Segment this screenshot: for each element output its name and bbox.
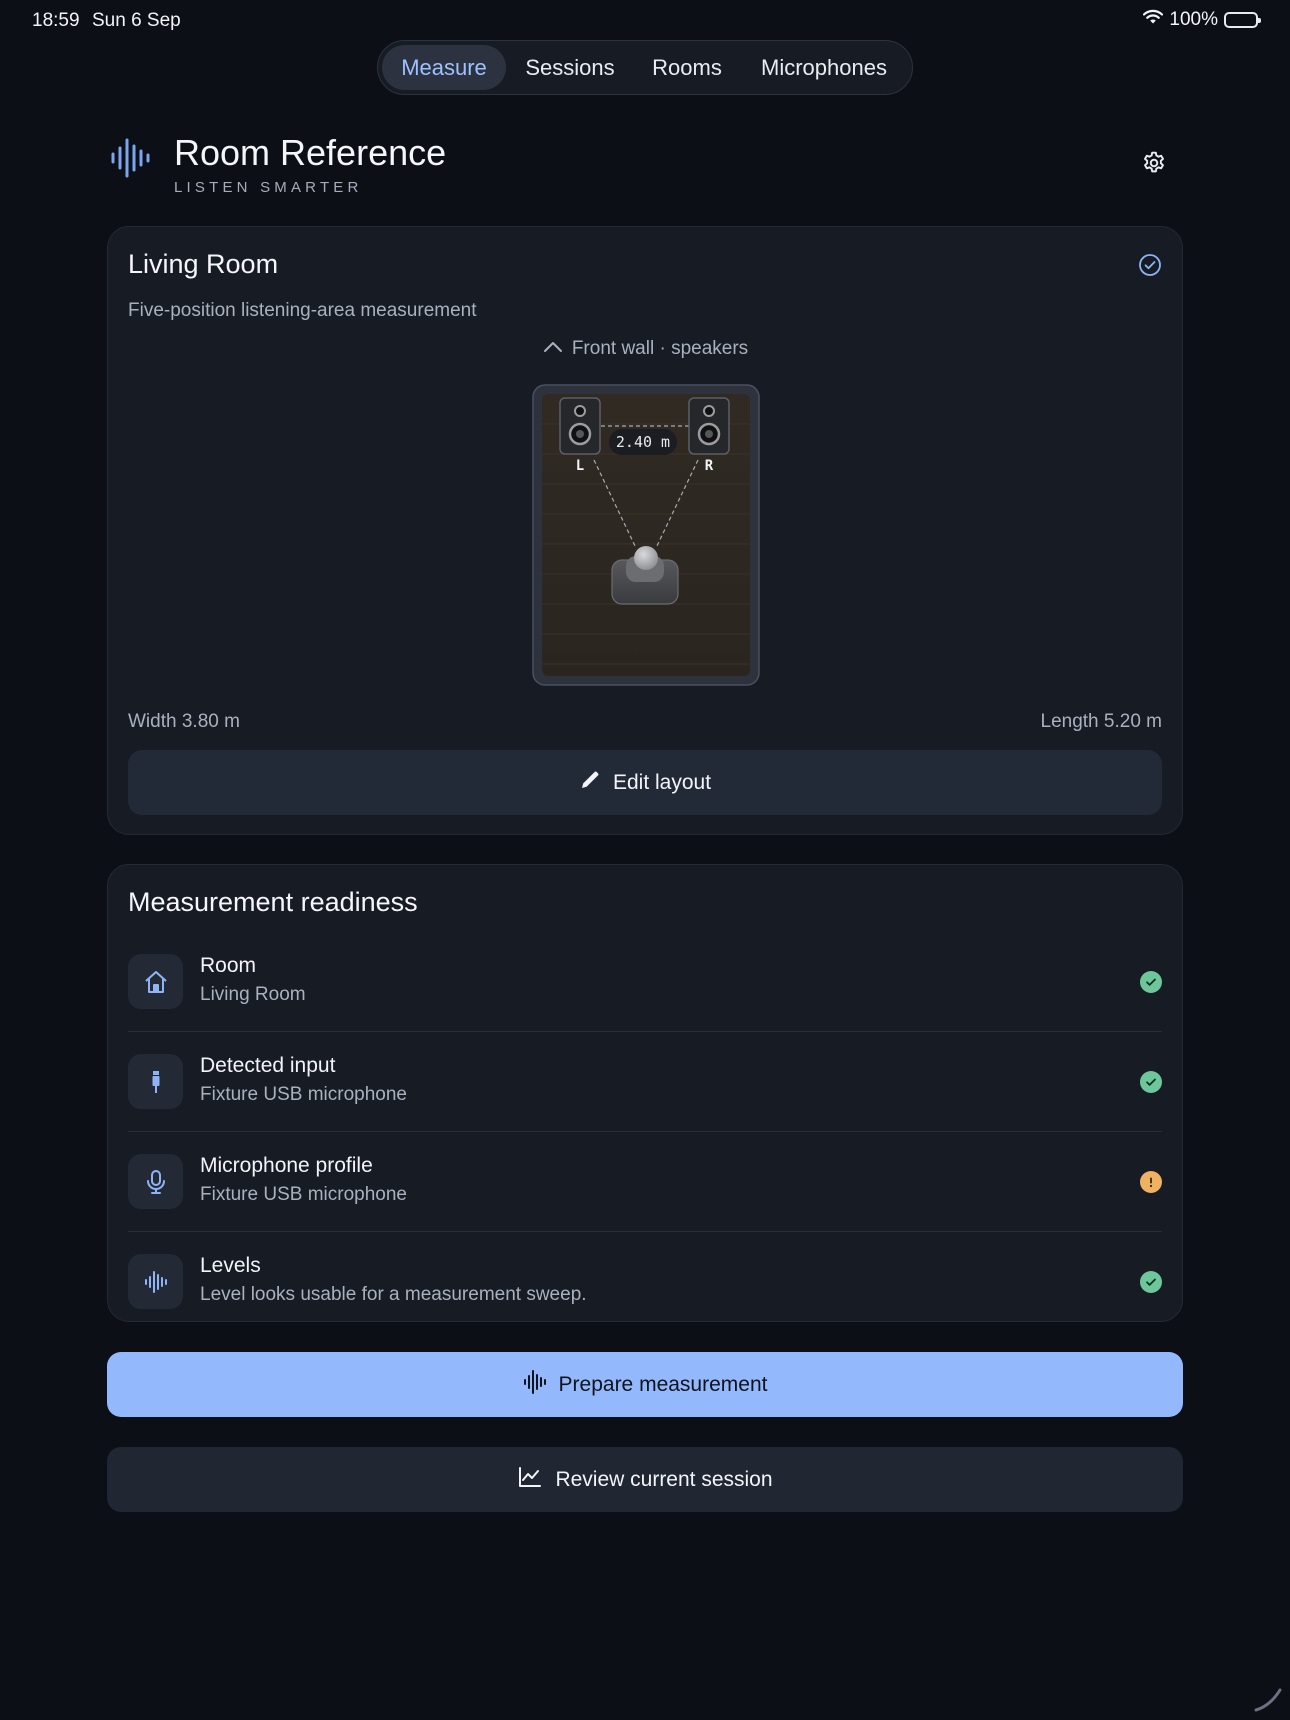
tab-sessions[interactable]: Sessions [506, 45, 634, 90]
line-chart-icon [517, 1465, 543, 1495]
room-card: Living Room Five-position listening-area… [107, 226, 1183, 835]
status-time: 18:59 [32, 10, 80, 31]
left-speaker-icon [559, 397, 601, 455]
settings-button[interactable] [1139, 150, 1169, 180]
edit-layout-label: Edit layout [612, 770, 712, 794]
speaker-left-label: L [576, 458, 584, 474]
app-tagline: LISTEN SMARTER [174, 179, 363, 196]
readiness-card: Measurement readiness Room Living Room D… [107, 864, 1183, 1322]
readiness-row-levels[interactable]: Levels Level looks usable for a measurem… [128, 1232, 1162, 1332]
status-ok-icon [1140, 971, 1162, 993]
readiness-item-title: Detected input [200, 1054, 336, 1077]
right-speaker-icon [688, 397, 730, 455]
prepare-measurement-button[interactable]: Prepare measurement [107, 1352, 1183, 1417]
readiness-row-mic-profile[interactable]: Microphone profile Fixture USB microphon… [128, 1132, 1162, 1232]
wifi-icon [1143, 9, 1164, 31]
readiness-item-subtitle: Fixture USB microphone [200, 1084, 407, 1105]
room-width: Width 3.80 m [128, 711, 240, 732]
pencil-icon [579, 769, 601, 797]
battery-icon [1224, 12, 1261, 28]
app-title: Room Reference [174, 132, 447, 173]
readiness-row-input[interactable]: Detected input Fixture USB microphone [128, 1032, 1162, 1132]
readiness-row-room[interactable]: Room Living Room [128, 932, 1162, 1032]
room-name: Living Room [128, 249, 279, 279]
front-wall-label: Front wall · speakers [108, 338, 1182, 360]
house-icon [128, 954, 183, 1009]
readiness-item-subtitle: Level looks usable for a measurement swe… [200, 1284, 587, 1305]
speaker-distance-label: 2.40 m [616, 433, 670, 451]
status-indicators: 100% [1143, 9, 1261, 31]
gear-icon [1141, 150, 1167, 181]
waveform-icon [110, 136, 152, 185]
battery-percent: 100% [1169, 9, 1218, 30]
readiness-item-title: Microphone profile [200, 1154, 373, 1177]
status-ok-icon [1140, 1071, 1162, 1093]
resize-handle-icon[interactable] [1252, 1682, 1284, 1714]
readiness-item-subtitle: Living Room [200, 984, 306, 1005]
readiness-item-title: Room [200, 954, 257, 977]
tab-microphones[interactable]: Microphones [740, 45, 908, 90]
check-circle-icon [1138, 253, 1162, 277]
status-warning-icon [1140, 1171, 1162, 1193]
edit-layout-button[interactable]: Edit layout [128, 750, 1162, 815]
usb-plug-icon [128, 1054, 183, 1109]
waveform-icon [523, 1369, 547, 1401]
room-description: Five-position listening-area measurement [128, 300, 477, 321]
review-session-button[interactable]: Review current session [107, 1447, 1183, 1512]
tab-bar: Measure Sessions Rooms Microphones [377, 40, 913, 95]
brand-logo [110, 136, 152, 185]
tab-rooms[interactable]: Rooms [634, 45, 740, 90]
review-session-label: Review current session [555, 1467, 773, 1491]
tab-measure[interactable]: Measure [382, 45, 506, 90]
status-bar: 18:59 Sun 6 Sep 100% [0, 0, 1290, 40]
status-date: Sun 6 Sep [92, 10, 181, 31]
room-floor-plan[interactable]: 2.40 m L R [532, 384, 760, 691]
microphone-icon [128, 1154, 183, 1209]
room-length: Length 5.20 m [1040, 711, 1162, 732]
readiness-item-subtitle: Fixture USB microphone [200, 1184, 407, 1205]
prepare-measurement-label: Prepare measurement [558, 1372, 768, 1396]
front-wall-text: Front wall · speakers [571, 338, 749, 359]
speaker-right-label: R [705, 458, 714, 474]
waveform-icon [128, 1254, 183, 1309]
readiness-title: Measurement readiness [128, 887, 418, 917]
readiness-item-title: Levels [200, 1254, 261, 1277]
status-ok-icon [1140, 1271, 1162, 1293]
chevron-up-icon [542, 338, 564, 360]
